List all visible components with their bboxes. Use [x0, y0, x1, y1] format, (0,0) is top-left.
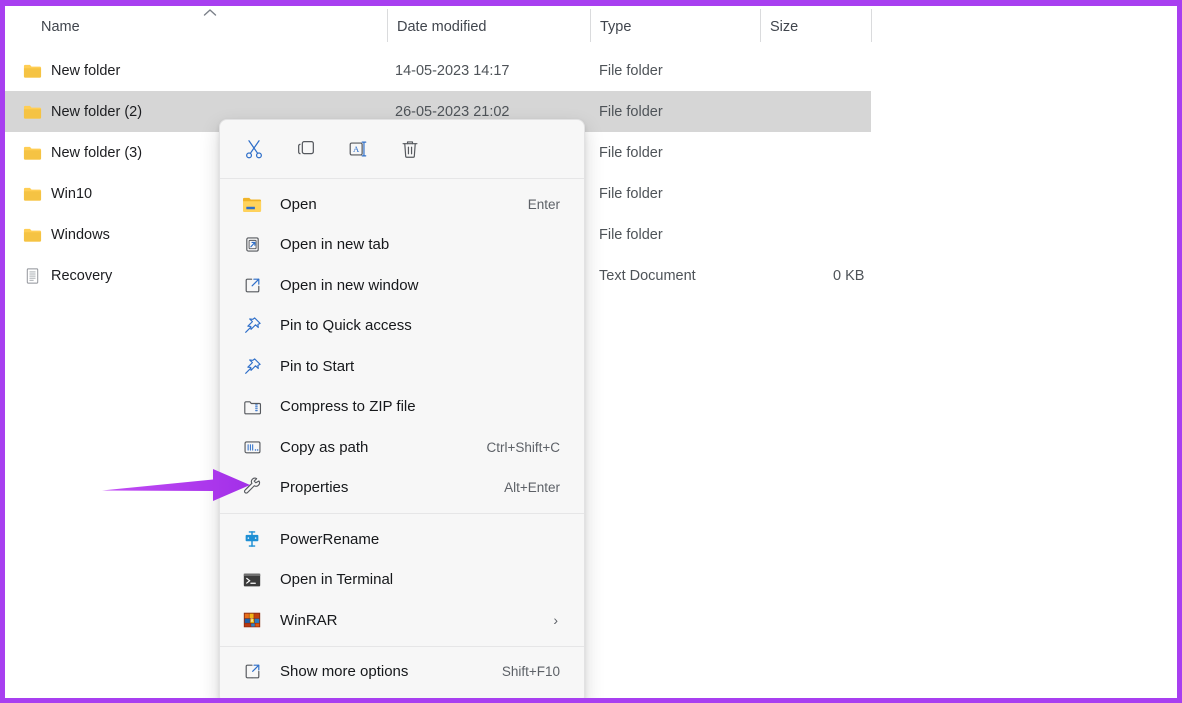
rename-button[interactable]: A — [342, 133, 374, 165]
delete-button[interactable] — [394, 133, 426, 165]
context-menu-group-primary: Open Enter Open in new tab Open in new w… — [220, 179, 584, 513]
menu-item-label: Properties — [280, 479, 349, 497]
zip-folder-icon — [242, 396, 268, 418]
file-list-pane: Name Date modified Type Size New folder … — [5, 6, 1177, 698]
cell-name: New folder (3) — [51, 144, 143, 161]
menu-item-label: Copy as path — [280, 438, 369, 456]
cell-name: Windows — [51, 226, 110, 243]
menu-item-accel: Alt+Enter — [504, 480, 560, 496]
pin-icon — [242, 355, 268, 377]
open-new-tab-icon — [242, 234, 268, 256]
cell-type: File folder — [599, 62, 663, 79]
folder-icon — [23, 64, 42, 78]
cell-name: New folder — [51, 62, 121, 79]
copy-icon — [298, 141, 314, 155]
cell-type: File folder — [599, 103, 663, 120]
open-folder-icon — [242, 193, 268, 215]
folder-icon — [23, 146, 42, 160]
folder-icon — [23, 187, 42, 201]
cell-date: 14-05-2023 14:17 — [395, 62, 510, 79]
table-row[interactable]: Windows File folder — [5, 214, 1177, 255]
menu-item-winrar[interactable]: R WinRAR › — [226, 600, 578, 641]
cell-type: File folder — [599, 226, 663, 243]
menu-item-pin-to-start[interactable]: Pin to Start — [226, 346, 578, 387]
menu-item-label: PowerRename — [280, 530, 380, 548]
cell-name: Recovery — [51, 267, 113, 284]
terminal-icon — [242, 569, 268, 591]
powerrename-icon — [242, 528, 268, 550]
cell-size: 0 KB — [833, 267, 865, 284]
table-row[interactable]: Recovery Text Document 0 KB — [5, 255, 1177, 296]
chevron-right-icon: › — [553, 612, 558, 629]
context-menu-group-apps: PowerRename Open in Terminal R WinRAR › — [220, 514, 584, 646]
menu-item-label: Show more options — [280, 663, 409, 681]
chevron-up-icon — [203, 9, 217, 16]
cell-name: New folder (2) — [51, 103, 143, 120]
column-header-size[interactable]: Size — [770, 19, 798, 35]
show-more-icon — [242, 661, 268, 683]
table-row[interactable]: New folder 14-05-2023 14:17 File folder — [5, 50, 1177, 91]
context-menu-group-more: Show more options Shift+F10 — [220, 647, 584, 698]
menu-item-properties[interactable]: Properties Alt+Enter — [226, 468, 578, 509]
cell-type: File folder — [599, 185, 663, 202]
context-menu[interactable]: A Open Enter Open in new tab Open in new… — [219, 119, 585, 698]
menu-item-open[interactable]: Open Enter — [226, 184, 578, 225]
menu-item-pin-to-quick-access[interactable]: Pin to Quick access — [226, 306, 578, 347]
menu-item-accel: Enter — [527, 196, 560, 212]
annotation-arrow — [102, 469, 250, 501]
menu-item-open-in-new-tab[interactable]: Open in new tab — [226, 225, 578, 266]
context-menu-toolbar: A — [220, 120, 584, 178]
menu-item-powerrename[interactable]: PowerRename — [226, 519, 578, 560]
menu-item-accel: Ctrl+Shift+C — [486, 439, 560, 455]
cell-date: 26-05-2023 21:02 — [395, 103, 510, 120]
menu-item-label: Open in Terminal — [280, 571, 394, 589]
menu-item-label: WinRAR — [280, 611, 338, 629]
menu-item-label: Open in new tab — [280, 236, 390, 254]
menu-item-compress-to-zip[interactable]: Compress to ZIP file — [226, 387, 578, 428]
open-new-window-icon — [242, 274, 268, 296]
menu-item-label: Pin to Start — [280, 357, 355, 375]
menu-item-open-in-terminal[interactable]: Open in Terminal — [226, 560, 578, 601]
folder-icon — [23, 228, 42, 242]
cell-type: File folder — [599, 144, 663, 161]
copy-button[interactable] — [290, 133, 322, 165]
table-row[interactable]: Win10 File folder — [5, 173, 1177, 214]
cut-button[interactable] — [238, 133, 270, 165]
explorer-window: Name Date modified Type Size New folder … — [0, 0, 1182, 703]
cut-icon — [246, 140, 262, 159]
cell-name: Win10 — [51, 185, 93, 202]
menu-item-label: Pin to Quick access — [280, 317, 412, 335]
menu-item-label: Open — [280, 195, 317, 213]
menu-item-open-in-new-window[interactable]: Open in new window — [226, 265, 578, 306]
delete-icon — [402, 141, 418, 158]
menu-item-label: Open in new window — [280, 276, 419, 294]
winrar-icon: R — [242, 609, 268, 631]
svg-text:A: A — [353, 144, 360, 154]
menu-item-copy-as-path[interactable]: Copy as path Ctrl+Shift+C — [226, 427, 578, 468]
column-header-row: Name Date modified Type Size — [5, 6, 1177, 44]
text-file-icon — [26, 267, 39, 284]
column-header-name[interactable]: Name — [41, 19, 80, 35]
menu-item-accel: Shift+F10 — [501, 664, 560, 680]
table-row[interactable]: New folder (3) File folder — [5, 132, 1177, 173]
copy-path-icon — [242, 436, 268, 458]
column-header-date-modified[interactable]: Date modified — [397, 19, 486, 35]
folder-icon — [23, 105, 42, 119]
cell-type: Text Document — [599, 267, 696, 284]
column-header-type[interactable]: Type — [600, 19, 631, 35]
pin-icon — [242, 315, 268, 337]
menu-item-label: Compress to ZIP file — [280, 398, 416, 416]
rename-icon: A — [349, 141, 367, 157]
menu-item-show-more-options[interactable]: Show more options Shift+F10 — [226, 652, 578, 693]
